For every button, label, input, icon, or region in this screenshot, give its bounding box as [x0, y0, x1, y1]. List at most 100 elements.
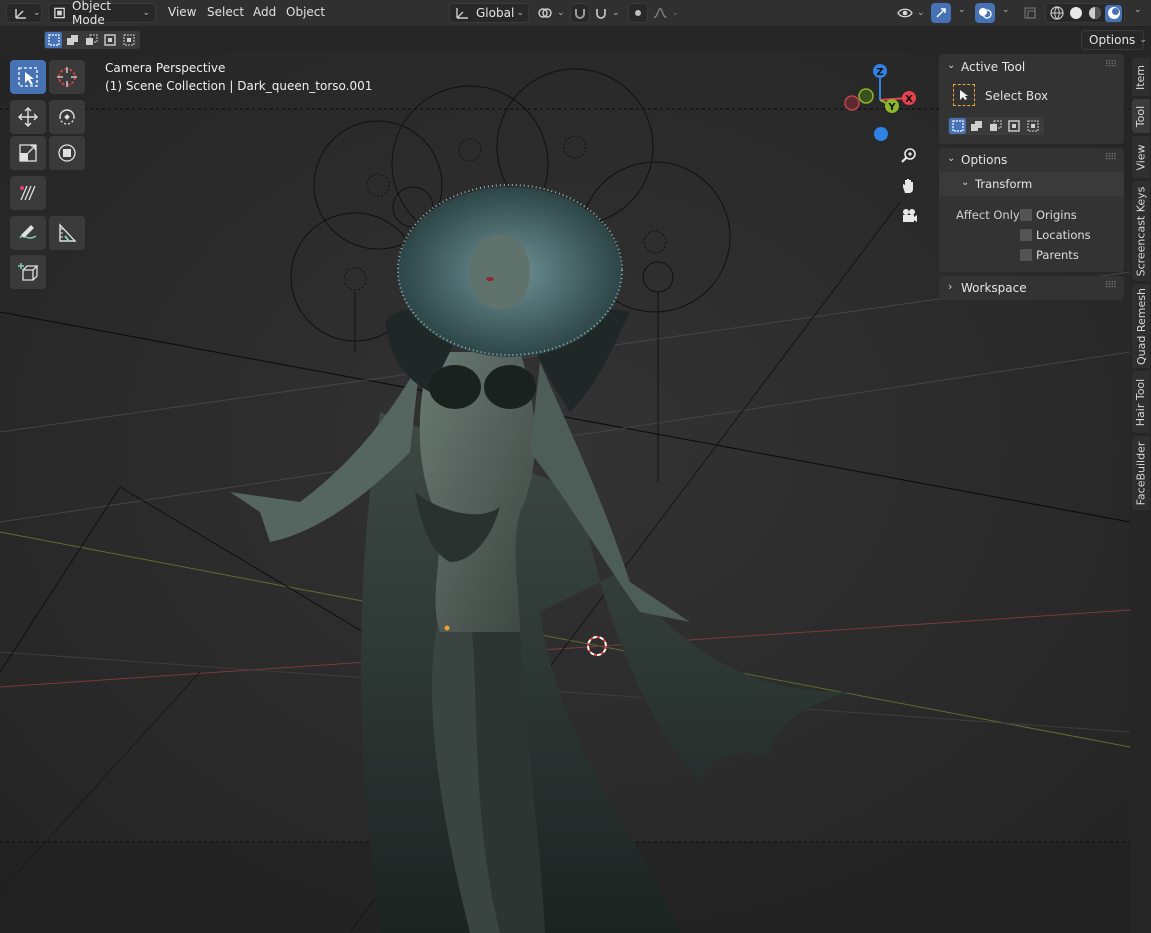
transform-tool[interactable] [49, 136, 85, 170]
snap-target-button[interactable]: ⌄ [592, 3, 624, 23]
tool-selection-mode-group [948, 117, 1044, 135]
chevron-down-icon: ⌄ [917, 8, 925, 18]
select-box-tool-icon[interactable] [953, 84, 975, 106]
select-intersect-icon[interactable] [121, 32, 138, 48]
orientation-dropdown[interactable]: Global ⌄ [449, 3, 529, 23]
gizmo-dropdown-chevron[interactable]: ⌄ [958, 5, 966, 15]
chevron-down-icon: ⌄ [142, 8, 150, 18]
tab-screencast-keys[interactable]: Screencast Keys [1132, 181, 1150, 281]
tab-hair-tool[interactable]: Hair Tool [1132, 371, 1150, 433]
xray-toggle[interactable] [1020, 3, 1040, 23]
select-new-icon[interactable] [949, 118, 966, 134]
chevron-right-icon: › [948, 280, 953, 293]
pan-button[interactable] [897, 174, 921, 198]
select-subtract-icon[interactable] [83, 32, 100, 48]
falloff-curve-icon [653, 7, 667, 19]
menu-add[interactable]: Add [253, 5, 276, 19]
origins-label: Origins [1036, 208, 1077, 222]
select-box-tool[interactable] [10, 60, 46, 94]
select-invert-icon[interactable] [102, 32, 119, 48]
material-preview-icon[interactable] [1086, 5, 1103, 22]
affect-only-label: Affect Only [956, 208, 1020, 222]
annotate-icon [20, 185, 36, 201]
drag-grip-icon[interactable]: ⠿⠿ [1105, 153, 1117, 163]
wireframe-shading-icon[interactable] [1048, 5, 1065, 22]
snap-increment-icon [596, 9, 606, 19]
pivot-icon [538, 8, 552, 18]
gizmo-neg-x [844, 95, 860, 111]
drag-grip-icon[interactable]: ⠿⠿ [1105, 281, 1117, 291]
solid-shading-icon[interactable] [1067, 5, 1084, 22]
options-dropdown[interactable]: Options ⌄ [1081, 30, 1147, 50]
tab-view[interactable]: View [1132, 136, 1150, 178]
overlays-dropdown-chevron[interactable]: ⌄ [1002, 5, 1010, 15]
draw-tool[interactable] [10, 216, 46, 250]
tool-settings-bar: Options ⌄ [0, 27, 1151, 52]
select-subtract-icon[interactable] [987, 118, 1004, 134]
parents-label: Parents [1036, 248, 1079, 262]
select-extend-icon[interactable] [968, 118, 985, 134]
mode-dropdown[interactable]: Object Mode ⌄ [48, 0, 156, 27]
drag-grip-icon[interactable]: ⠿⠿ [1105, 60, 1117, 70]
tab-facebuilder[interactable]: FaceBuilder [1132, 436, 1150, 510]
chevron-down-icon: ⌄ [961, 177, 970, 188]
select-intersect-icon[interactable] [1025, 118, 1042, 134]
menu-select[interactable]: Select [207, 5, 244, 19]
measure-tool[interactable] [49, 216, 85, 250]
pencil-curve-icon [19, 225, 37, 239]
tab-view-label: View [1134, 143, 1148, 171]
view-name: Camera Perspective [105, 61, 226, 75]
move-tool[interactable] [10, 100, 46, 134]
overlays-toggle[interactable] [975, 3, 995, 23]
rendered-shading-icon[interactable] [1105, 4, 1122, 22]
chevron-down-icon[interactable]: ⌄ [947, 60, 955, 71]
overlays-icon [979, 8, 992, 19]
cursor-tool[interactable] [49, 60, 85, 94]
sidebar-tabs: Item Tool View Screencast Keys Quad Reme… [1130, 52, 1151, 933]
camera-view-button[interactable] [897, 204, 921, 228]
scale-tool[interactable] [10, 136, 46, 170]
chevron-down-icon: ⌄ [516, 8, 524, 18]
snap-toggle[interactable] [570, 3, 590, 23]
visibility-dropdown[interactable]: ⌄ [895, 3, 927, 23]
menu-object[interactable]: Object [286, 5, 325, 19]
workspace-panel[interactable]: › Workspace ⠿⠿ [939, 276, 1124, 300]
add-cube-icon [18, 263, 39, 281]
pivot-point-button[interactable]: ⌄ [535, 3, 565, 23]
xray-icon [1024, 7, 1036, 19]
gizmo-toggle[interactable] [931, 3, 951, 23]
hand-icon [903, 179, 913, 193]
eye-icon [897, 8, 913, 18]
editor-type-button[interactable]: ⌄ [6, 3, 42, 23]
tab-tool[interactable]: Tool [1132, 99, 1150, 133]
origins-checkbox[interactable] [1020, 209, 1032, 221]
chevron-down-icon[interactable]: ⌄ [947, 153, 955, 164]
parents-checkbox[interactable] [1020, 249, 1032, 261]
options-label: Options [1089, 33, 1136, 47]
menu-view[interactable]: View [168, 5, 196, 19]
transform-orientation-icon [456, 8, 468, 19]
falloff-dropdown[interactable]: ⌄ [651, 3, 679, 23]
zoom-button[interactable] [897, 144, 921, 168]
rotate-tool[interactable] [49, 100, 85, 134]
select-new-icon[interactable] [45, 32, 62, 48]
annotate-tool[interactable] [10, 176, 46, 210]
gizmo-y-label: Y [887, 102, 896, 113]
select-invert-icon[interactable] [1006, 118, 1023, 134]
locations-checkbox[interactable] [1020, 229, 1032, 241]
active-tool-panel: ⌄ Active Tool ⠿⠿ Select Box [939, 54, 1124, 144]
shading-group [1045, 3, 1125, 23]
navigation-gizmo[interactable]: Z Y X [842, 60, 922, 146]
select-extend-icon[interactable] [64, 32, 81, 48]
magnet-icon [575, 9, 585, 19]
scale-icon [19, 144, 37, 162]
shading-dropdown-chevron[interactable]: ⌄ [1134, 5, 1142, 15]
tab-quad-remesh[interactable]: Quad Remesh [1132, 284, 1150, 368]
transform-subpanel-header[interactable]: ⌄ Transform [939, 172, 1124, 196]
add-cube-tool[interactable] [10, 255, 46, 289]
chevron-down-icon: ⌄ [33, 8, 41, 18]
proportional-edit-toggle[interactable] [628, 3, 648, 23]
gizmo-neg-z [874, 127, 888, 141]
tab-item[interactable]: Item [1132, 58, 1150, 96]
camera-icon [903, 209, 917, 222]
